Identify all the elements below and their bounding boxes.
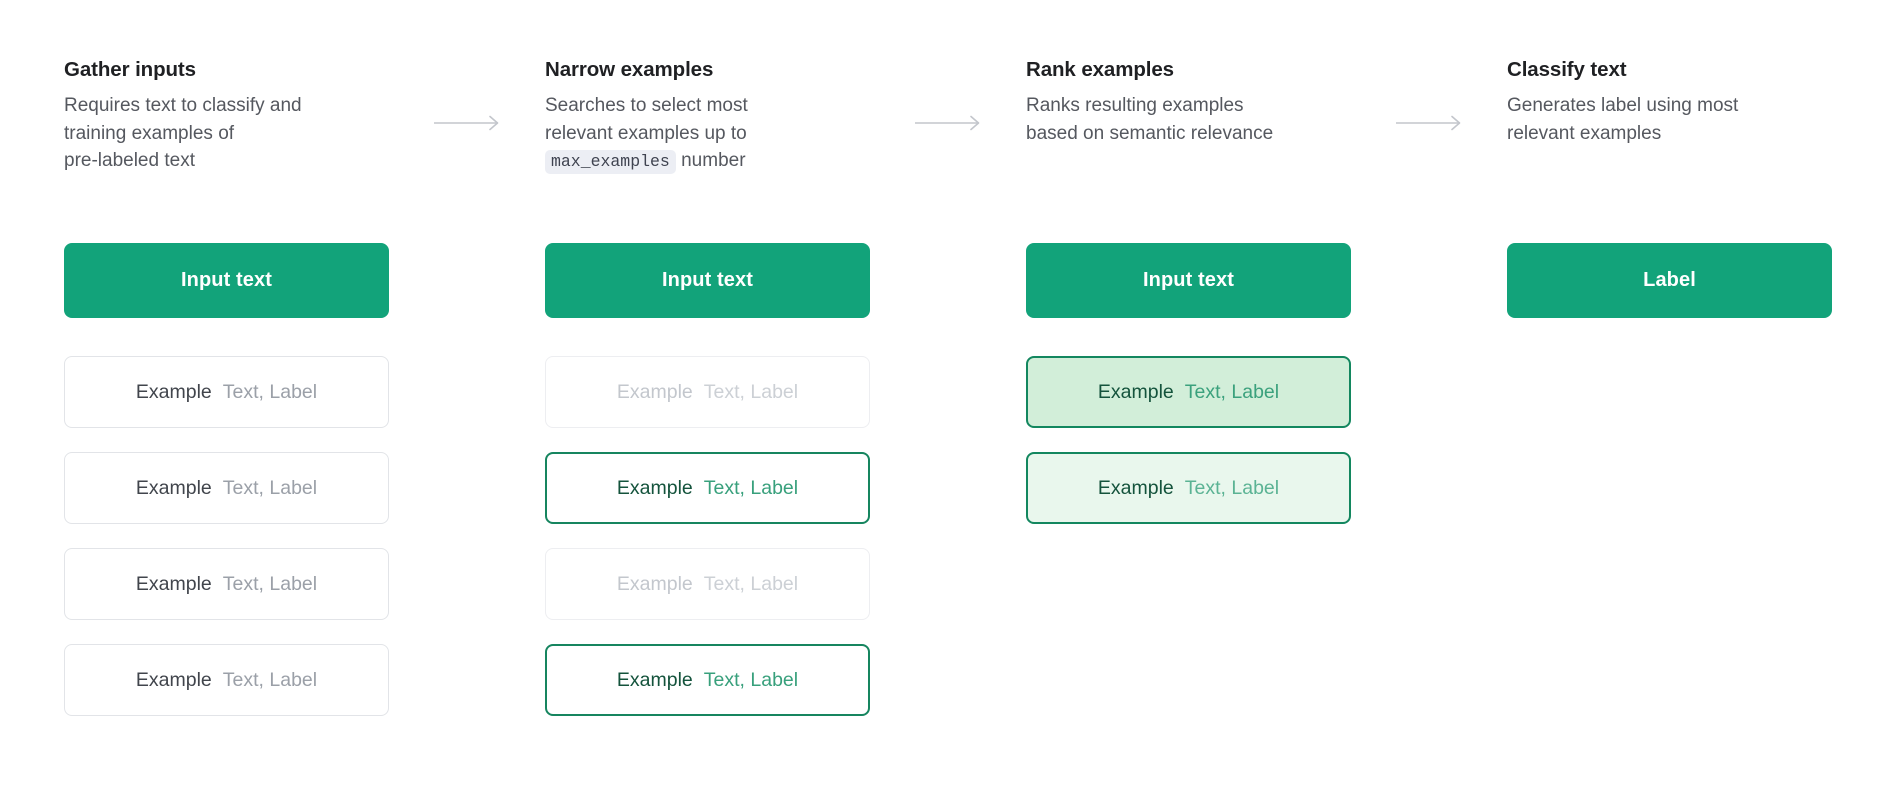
- example-card-selected[interactable]: Example Text, Label: [545, 644, 870, 716]
- step-stack-narrow-examples: Input text Example Text, Label Example T…: [545, 243, 870, 740]
- step-description-line: Ranks resulting examples: [1026, 95, 1244, 116]
- pill-label: Input text: [1143, 269, 1234, 292]
- pill-label: Input text: [181, 269, 272, 292]
- step-title: Narrow examples: [545, 58, 870, 83]
- example-card-detail: Text, Label: [223, 381, 317, 404]
- label-pill[interactable]: Label: [1507, 243, 1832, 318]
- example-card-name: Example: [617, 381, 693, 404]
- example-card[interactable]: Example Text, Label: [64, 356, 389, 428]
- example-card-detail: Text, Label: [1185, 477, 1279, 500]
- step-description-line: training examples of: [64, 123, 234, 144]
- step-description-tail: number: [681, 150, 745, 171]
- example-card[interactable]: Example Text, Label: [64, 644, 389, 716]
- example-card-ranked[interactable]: Example Text, Label: [1026, 356, 1351, 428]
- arrow-right-icon: [915, 115, 987, 131]
- step-description-line: Generates label using most: [1507, 95, 1738, 116]
- step-description-line: pre-labeled text: [64, 150, 195, 171]
- example-card-name: Example: [1098, 477, 1174, 500]
- example-card-detail: Text, Label: [704, 573, 798, 596]
- arrow-right-icon: [1396, 115, 1468, 131]
- step-description: Requires text to classify and training e…: [64, 92, 374, 176]
- example-card-ranked[interactable]: Example Text, Label: [1026, 452, 1351, 524]
- example-card-detail: Text, Label: [704, 669, 798, 692]
- example-card-detail: Text, Label: [1185, 381, 1279, 404]
- example-card-detail: Text, Label: [704, 381, 798, 404]
- example-card-name: Example: [617, 573, 693, 596]
- step-description-line: Requires text to classify and: [64, 95, 302, 116]
- pill-label: Label: [1643, 269, 1696, 292]
- inline-code-token: max_examples: [545, 150, 676, 174]
- step-stack-rank-examples: Input text Example Text, Label Example T…: [1026, 243, 1351, 548]
- step-description-line: Searches to select most: [545, 95, 748, 116]
- example-card-name: Example: [617, 669, 693, 692]
- step-column-gather-inputs: Gather inputs Requires text to classify …: [64, 58, 389, 175]
- step-stack-gather-inputs: Input text Example Text, Label Example T…: [64, 243, 389, 740]
- example-card-name: Example: [617, 477, 693, 500]
- example-card-faded[interactable]: Example Text, Label: [545, 548, 870, 620]
- example-card-detail: Text, Label: [223, 477, 317, 500]
- step-description: Searches to select most relevant example…: [545, 92, 855, 176]
- example-card-name: Example: [1098, 381, 1174, 404]
- example-card-detail: Text, Label: [223, 669, 317, 692]
- pill-label: Input text: [662, 269, 753, 292]
- step-description-line: based on semantic relevance: [1026, 123, 1273, 144]
- arrow-right-icon: [434, 115, 506, 131]
- step-description: Ranks resulting examples based on semant…: [1026, 92, 1336, 148]
- pipeline-diagram: Gather inputs Requires text to classify …: [0, 0, 1890, 788]
- step-description: Generates label using most relevant exam…: [1507, 92, 1817, 148]
- example-card-faded[interactable]: Example Text, Label: [545, 356, 870, 428]
- step-title: Classify text: [1507, 58, 1832, 83]
- example-card[interactable]: Example Text, Label: [64, 452, 389, 524]
- step-description-line: relevant examples up to: [545, 123, 747, 144]
- input-text-pill[interactable]: Input text: [64, 243, 389, 318]
- step-column-classify-text: Classify text Generates label using most…: [1507, 58, 1832, 147]
- step-column-narrow-examples: Narrow examples Searches to select most …: [545, 58, 870, 175]
- example-card-detail: Text, Label: [223, 573, 317, 596]
- example-card-selected[interactable]: Example Text, Label: [545, 452, 870, 524]
- example-card-detail: Text, Label: [704, 477, 798, 500]
- example-card-name: Example: [136, 477, 212, 500]
- step-title: Rank examples: [1026, 58, 1351, 83]
- example-card-name: Example: [136, 381, 212, 404]
- step-description-line: relevant examples: [1507, 123, 1661, 144]
- step-title: Gather inputs: [64, 58, 389, 83]
- example-card-name: Example: [136, 669, 212, 692]
- step-column-rank-examples: Rank examples Ranks resulting examples b…: [1026, 58, 1351, 147]
- example-card-name: Example: [136, 573, 212, 596]
- input-text-pill[interactable]: Input text: [1026, 243, 1351, 318]
- step-stack-classify-text: Label: [1507, 243, 1832, 356]
- input-text-pill[interactable]: Input text: [545, 243, 870, 318]
- example-card[interactable]: Example Text, Label: [64, 548, 389, 620]
